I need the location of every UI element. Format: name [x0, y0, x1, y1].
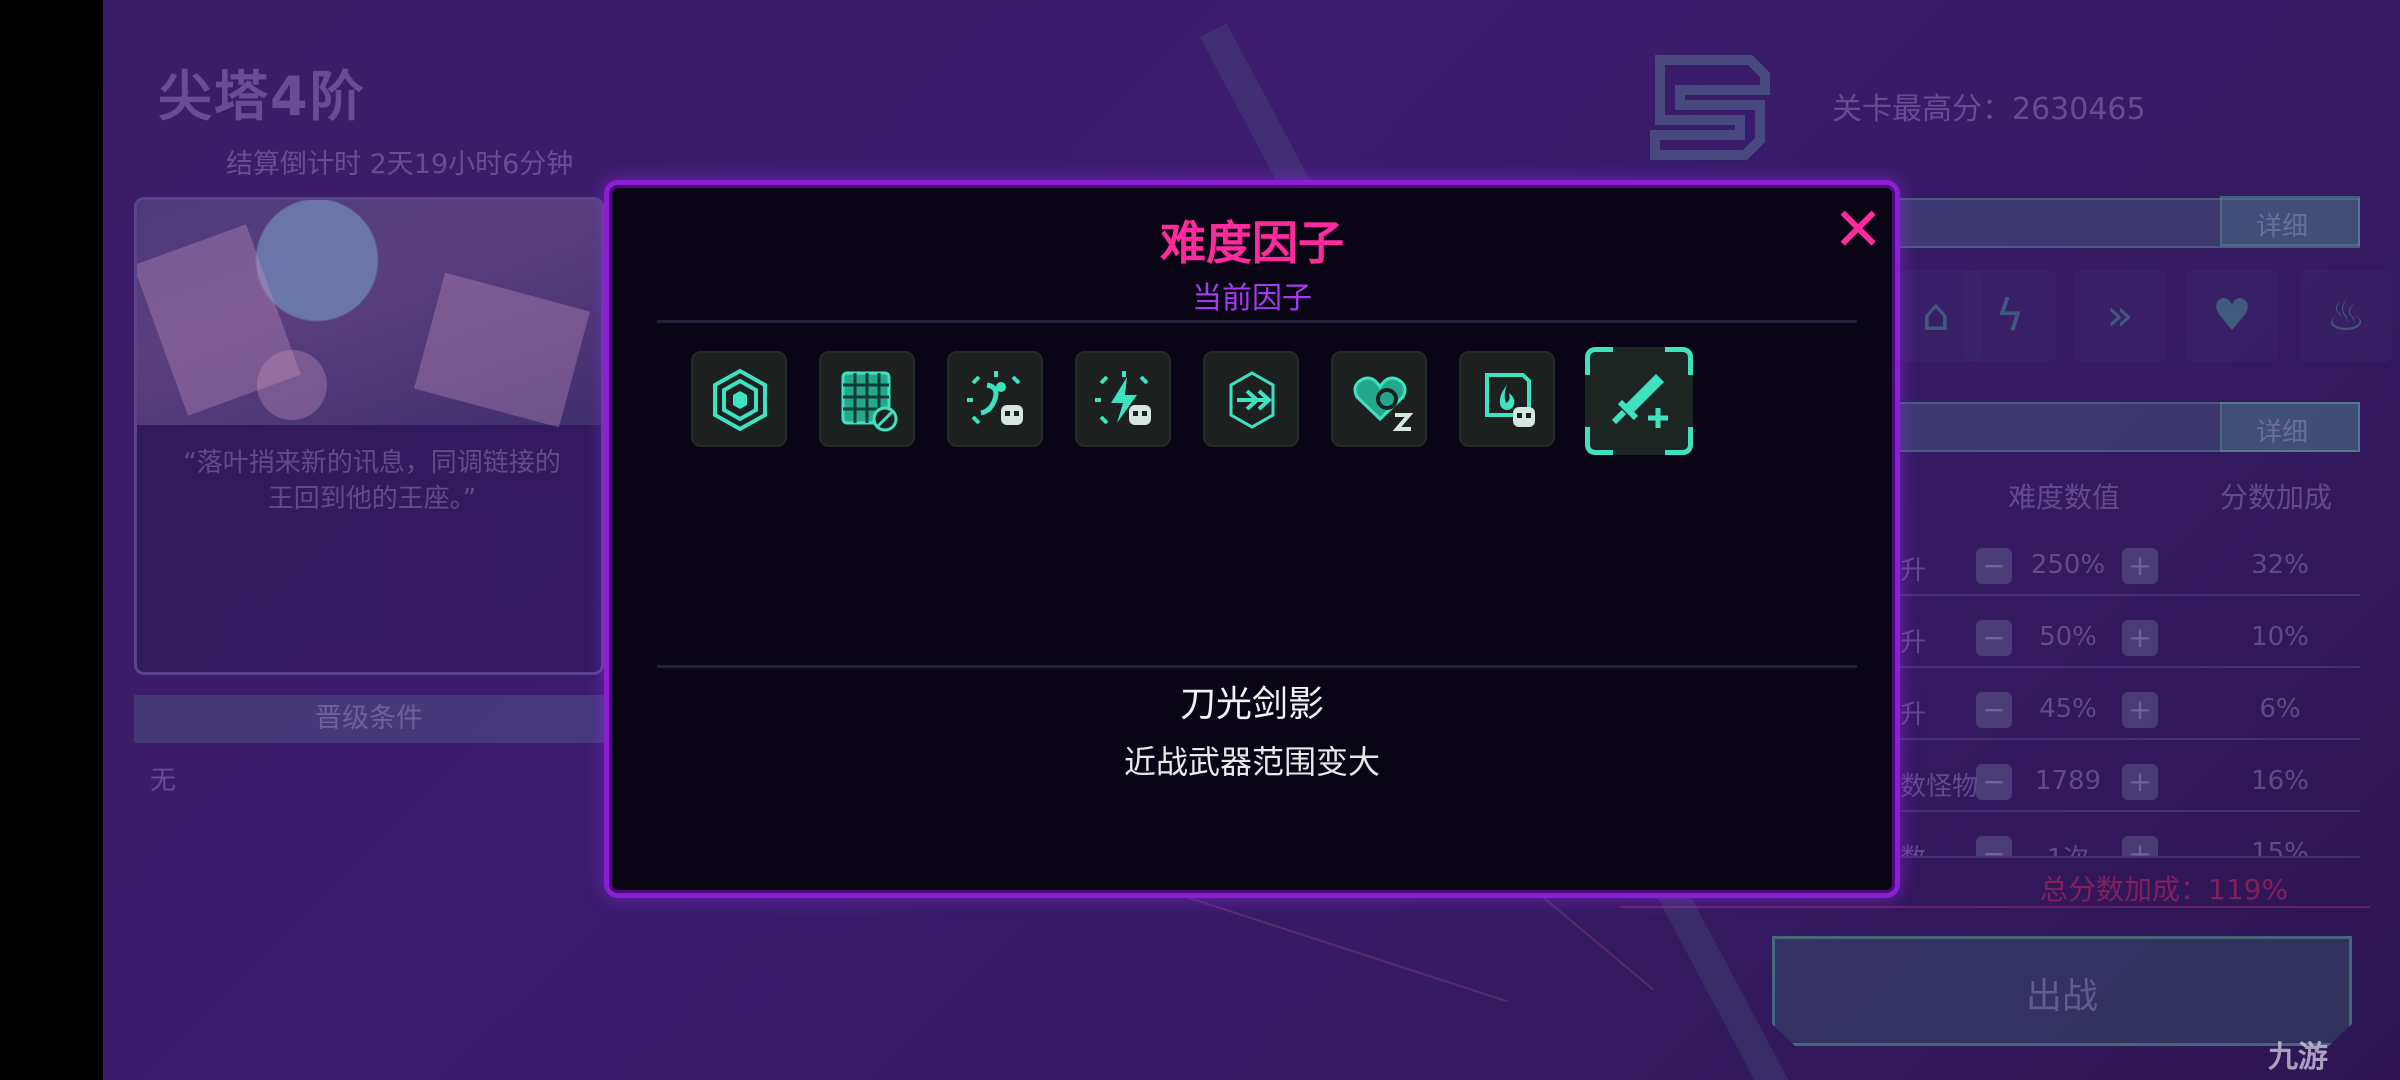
row-label: 数怪物 — [1900, 772, 1979, 802]
difficulty-value: 250% — [2030, 550, 2106, 580]
difficulty-value-header: 难度数值 — [2008, 481, 2121, 514]
logo-icon — [1650, 55, 1770, 160]
increase-button[interactable]: + — [2122, 692, 2158, 728]
concentric-hexagon-icon — [713, 368, 767, 432]
difficulty-value: 1次 — [2016, 838, 2120, 856]
arrow-icon: » — [2074, 270, 2166, 362]
difficulty-row: 数 − 1次 + 15% — [1880, 824, 2360, 858]
grid-disabled-icon — [841, 371, 898, 432]
dialog-subtitle: 当前因子 — [1192, 281, 1312, 316]
selected-factor-name: 刀光剑影 — [1179, 684, 1324, 725]
close-icon[interactable]: ✕ — [1833, 200, 1883, 260]
lightning-icon: ϟ — [1964, 270, 2056, 362]
score-bonus: 10% — [2251, 622, 2309, 652]
sword-plus-icon — [1611, 374, 1668, 428]
detail-button[interactable]: 详细 — [2220, 196, 2360, 246]
decrease-button[interactable]: − — [1976, 620, 2012, 656]
detail-button[interactable]: 详细 — [2220, 402, 2360, 452]
divider — [1620, 906, 2370, 908]
lightning-skull-icon — [1095, 371, 1151, 425]
row-label: 数 — [1900, 838, 1926, 856]
row-label: 升 — [1900, 628, 1927, 658]
selected-factor-description: 近战武器范围变大 — [1123, 743, 1380, 781]
total-score-bonus: 总分数加成：119% — [2040, 873, 2289, 906]
factor-fire-skull[interactable] — [1459, 351, 1555, 447]
factor-grid-disabled[interactable] — [819, 351, 915, 447]
factor-heart-sand[interactable] — [1331, 351, 1427, 447]
difficulty-row: 升 − 50% + 10% — [1880, 608, 2360, 668]
difficulty-row: 升 − 250% + 32% — [1880, 536, 2360, 596]
score-bonus-header: 分数加成 — [2220, 481, 2333, 514]
dialog-title: 难度因子 — [1160, 216, 1344, 270]
quote-line: 王回到他的王座。” — [267, 484, 477, 514]
letterbox-bar — [0, 0, 103, 1080]
increase-button[interactable]: + — [2122, 548, 2158, 584]
decrease-button[interactable]: − — [1976, 692, 2012, 728]
difficulty-value: 45% — [2039, 694, 2097, 724]
difficulty-row: 数怪物 − 1789 + 16% — [1880, 752, 2360, 812]
promotion-condition-value: 无 — [150, 766, 177, 796]
detail-label: 详细 — [2256, 418, 2309, 448]
factor-enemy-skull[interactable] — [947, 351, 1043, 447]
score-bonus: 16% — [2251, 766, 2309, 796]
stage-quote: “落叶捎来新的讯息，同调链接的 王回到他的王座。” — [153, 445, 591, 517]
increase-button[interactable]: + — [2122, 836, 2158, 856]
divider — [657, 320, 1857, 323]
score-bonus: 15% — [2251, 838, 2309, 858]
fire-icon: ♨ — [2300, 270, 2392, 362]
increase-button[interactable]: + — [2122, 764, 2158, 800]
decrease-button[interactable]: − — [1976, 548, 2012, 584]
best-score: 关卡最高分：2630465 — [1832, 92, 2146, 127]
factor-sword-plus-selected[interactable] — [1585, 347, 1693, 455]
fight-button[interactable]: 出战 — [1772, 936, 2352, 1046]
decrease-button[interactable]: − — [1976, 764, 2012, 800]
row-label: 升 — [1900, 556, 1927, 586]
score-bonus: 6% — [2259, 694, 2301, 724]
difficulty-value: 1789 — [2034, 766, 2102, 796]
difficulty-row: 升 − 45% + 6% — [1880, 680, 2360, 740]
stage-illustration — [137, 200, 601, 428]
promotion-condition-header: 晋级条件 — [134, 695, 604, 743]
watermark-logo: 九游 — [2268, 1040, 2328, 1075]
heart-sand-icon — [1353, 376, 1414, 431]
heart-icon: ♥ — [2186, 270, 2278, 362]
quote-line: “落叶捎来新的讯息，同调链接的 — [183, 448, 561, 478]
arrow-shield-icon — [1229, 371, 1275, 429]
detail-label: 详细 — [2256, 212, 2309, 242]
decrease-button[interactable]: − — [1976, 836, 2012, 856]
game-screen: 尖塔4阶 结算倒计时 2天19小时6分钟 “落叶捎来新的讯息，同调链接的 王回到… — [0, 0, 2400, 1080]
factor-lightning-skull[interactable] — [1075, 351, 1171, 447]
row-label: 升 — [1900, 700, 1927, 730]
increase-button[interactable]: + — [2122, 620, 2158, 656]
score-bonus: 32% — [2251, 550, 2309, 580]
divider — [657, 665, 1857, 668]
difficulty-value: 50% — [2039, 622, 2097, 652]
fight-button-label: 出战 — [2025, 976, 2098, 1017]
factor-concentric-hexagon[interactable] — [691, 351, 787, 447]
stage-art-card: “落叶捎来新的讯息，同调链接的 王回到他的王座。” — [134, 197, 604, 675]
fire-skull-icon — [1485, 373, 1535, 427]
settlement-countdown: 结算倒计时 2天19小时6分钟 — [226, 149, 574, 180]
difficulty-factor-dialog: 难度因子 当前因子 ✕ 刀光剑影 近战武器范围变大 — [604, 180, 1900, 898]
factor-arrow-shield[interactable] — [1203, 351, 1299, 447]
enemy-skull-icon — [967, 371, 1023, 425]
stage-title: 尖塔4阶 — [158, 65, 366, 128]
